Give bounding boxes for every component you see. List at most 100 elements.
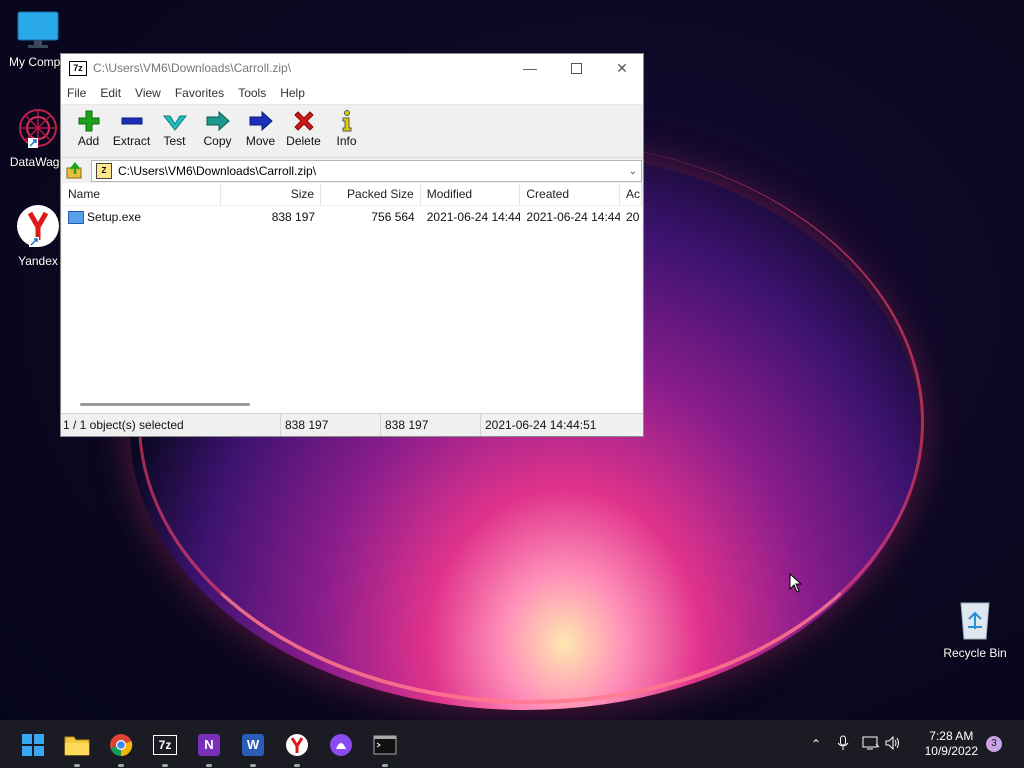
extract-button[interactable]: Extract [110,105,153,148]
file-explorer-icon [64,736,90,756]
terminal-button[interactable] [372,732,398,767]
maximize-icon [570,62,582,74]
address-field[interactable]: Z C:\Users\VM6\Downloads\Carroll.zip\ ⌄ [91,160,642,182]
menu-bar: File Edit View Favorites Tools Help [61,82,643,105]
delete-label: Delete [286,134,321,148]
status-bar: 1 / 1 object(s) selected 838 197 838 197… [61,413,643,436]
column-modified[interactable]: Modified [421,183,521,205]
alice-button[interactable] [328,732,354,758]
alice-icon [330,734,352,756]
info-button[interactable]: Info [325,105,368,148]
desktop-icon-label: Recycle Bin [943,646,1007,660]
volume-icon[interactable] [882,735,904,754]
file-modified: 2021-06-24 14:44 [426,210,521,224]
table-row[interactable]: Setup.exe 838 197 756 564 2021-06-24 14:… [62,206,642,228]
menu-edit[interactable]: Edit [100,86,121,100]
chevron-down-icon[interactable]: ⌄ [629,166,637,177]
notification-badge[interactable]: 3 [986,736,1002,752]
move-label: Move [245,134,276,148]
mouse-cursor-icon [789,572,803,596]
add-label: Add [77,134,100,148]
maximize-button[interactable] [553,54,599,82]
close-icon: ✕ [616,59,628,76]
word-button[interactable]: W [240,732,266,767]
zip-archive-icon: Z [96,163,112,179]
7zip-taskbar-button[interactable]: 7z [152,732,178,767]
clock-time: 7:28 AM [929,729,974,743]
check-icon [153,108,196,134]
info-label: Info [336,134,357,148]
folder-up-button[interactable] [65,161,85,181]
file-list: Name Size Packed Size Modified Created A… [62,183,643,413]
system-tray: ⌃ [806,720,904,768]
close-button[interactable]: ✕ [599,54,645,82]
menu-view[interactable]: View [135,86,161,100]
menu-file[interactable]: File [67,86,86,100]
column-accessed[interactable]: Ac [620,183,643,205]
file-created: 2021-06-24 14:44 [526,210,621,224]
yandex-browser-icon [286,734,308,756]
start-button[interactable] [20,732,46,758]
status-date: 2021-06-24 14:44:51 [485,418,597,432]
network-icon[interactable] [860,735,882,754]
folder-up-icon [66,162,82,179]
status-packed: 838 197 [381,414,481,436]
column-name[interactable]: Name [62,183,222,205]
7zip-icon: 7z [153,735,177,755]
menu-help[interactable]: Help [280,86,305,100]
plus-icon [67,108,110,134]
status-selected: 1 / 1 object(s) selected [61,414,281,436]
test-button[interactable]: Test [153,105,196,148]
list-header: Name Size Packed Size Modified Created A… [62,183,643,206]
file-packed-size: 756 564 [371,210,415,224]
column-packed-size[interactable]: Packed Size [321,183,421,205]
clock[interactable]: 7:28 AM 10/9/2022 [925,729,978,759]
yandex-browser-button[interactable] [284,732,310,767]
minimize-button[interactable]: — [507,54,553,82]
onenote-icon: N [198,734,220,756]
column-created[interactable]: Created [520,183,621,205]
window-titlebar[interactable]: 7z C:\Users\VM6\Downloads\Carroll.zip\ —… [61,54,643,82]
menu-tools[interactable]: Tools [238,86,266,100]
monitor-icon [0,10,76,53]
chrome-icon [110,734,133,757]
delete-button[interactable]: Delete [282,105,325,148]
info-icon [325,108,368,134]
file-explorer-button[interactable] [64,732,90,767]
start-icon [22,734,44,756]
clock-date: 10/9/2022 [924,744,978,758]
file-size: 838 197 [271,210,316,224]
7zip-app-icon: 7z [69,60,87,76]
microphone-icon[interactable] [832,735,854,754]
window-title: C:\Users\VM6\Downloads\Carroll.zip\ [93,61,292,75]
word-icon: W [242,734,264,756]
column-size[interactable]: Size [221,183,322,205]
file-name: Setup.exe [87,210,142,224]
exe-file-icon [68,210,84,224]
delete-x-icon [282,108,325,134]
extract-label: Extract [112,134,151,148]
menu-favorites[interactable]: Favorites [175,86,224,100]
copy-arrow-icon [196,108,239,134]
address-path: C:\Users\VM6\Downloads\Carroll.zip\ [118,164,317,178]
file-accessed: 20 [626,210,640,224]
taskbar: 7z N W ⌃ 7:28 AM 10/9/2022 3 [0,720,1024,768]
status-size: 838 197 [281,414,381,436]
7zip-window: 7z C:\Users\VM6\Downloads\Carroll.zip\ —… [60,53,644,437]
chevron-up-icon[interactable]: ⌃ [806,737,826,751]
terminal-icon [373,735,397,755]
recycle-bin-icon [937,597,1013,644]
minus-icon [110,108,153,134]
copy-button[interactable]: Copy [196,105,239,148]
chrome-button[interactable] [108,732,134,767]
move-arrow-icon [239,108,282,134]
add-button[interactable]: Add [67,105,110,148]
file-name-cell: Setup.exe [62,210,221,224]
copy-label: Copy [203,134,232,148]
horizontal-scrollbar[interactable] [80,403,250,406]
test-label: Test [163,134,186,148]
minimize-icon: — [523,60,537,76]
desktop-icon-recycle-bin[interactable]: Recycle Bin [937,597,1013,660]
move-button[interactable]: Move [239,105,282,148]
onenote-button[interactable]: N [196,732,222,767]
